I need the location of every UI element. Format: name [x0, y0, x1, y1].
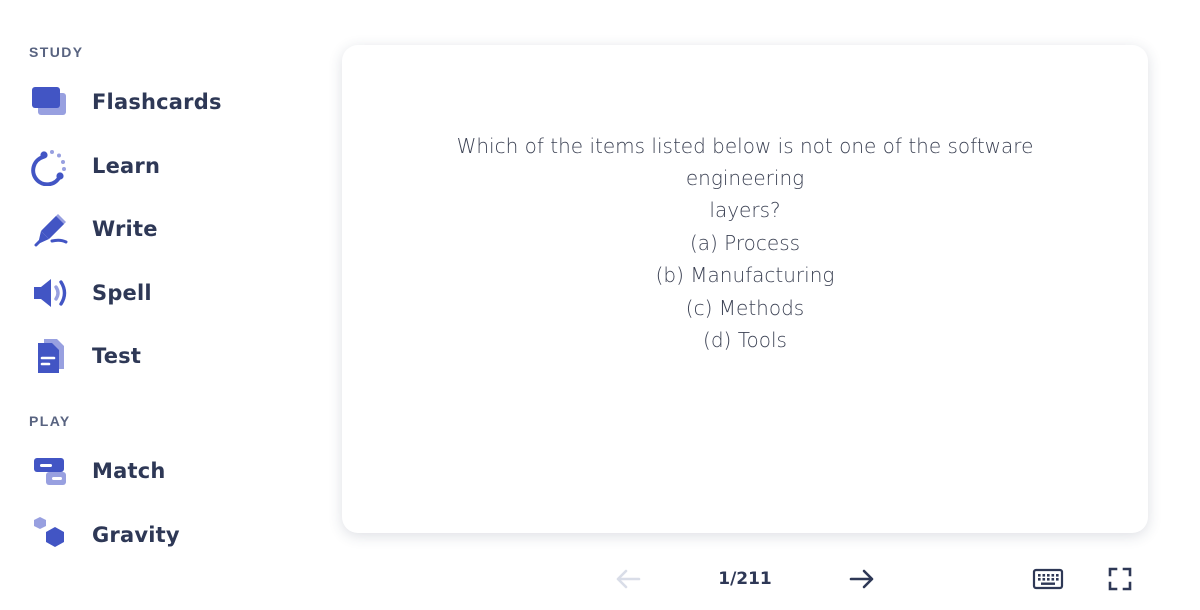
sidebar-item-write[interactable]: Write	[28, 207, 268, 251]
spell-icon	[28, 271, 72, 315]
gravity-icon	[28, 513, 72, 557]
sidebar-item-learn[interactable]: Learn	[28, 144, 268, 188]
arrow-left-icon	[616, 569, 641, 589]
write-icon	[28, 207, 72, 251]
sidebar-item-match[interactable]: Match	[28, 449, 268, 493]
card-controls: 1/211	[342, 555, 1148, 603]
learn-icon	[28, 144, 72, 188]
sidebar-item-label: Spell	[92, 281, 152, 305]
option-line: (b) Manufacturing	[655, 263, 835, 288]
flashcard[interactable]: Which of the items listed below is not o…	[342, 45, 1148, 533]
section-label-study: STUDY	[29, 44, 84, 60]
sidebar-item-label: Gravity	[92, 523, 180, 547]
sidebar: STUDY Flashcards Learn Write Spell Test …	[0, 0, 300, 610]
option-line: (d) Tools	[703, 328, 787, 353]
question-line: Which of the items listed below is not o…	[456, 133, 1034, 190]
sidebar-item-label: Flashcards	[92, 90, 222, 114]
next-card-button[interactable]	[844, 561, 880, 597]
sidebar-item-spell[interactable]: Spell	[28, 271, 268, 315]
card-counter: 1/211	[718, 569, 772, 589]
section-label-play: PLAY	[29, 413, 71, 429]
sidebar-item-gravity[interactable]: Gravity	[28, 513, 268, 557]
fullscreen-button[interactable]	[1102, 561, 1138, 597]
option-line: (c) Methods	[685, 295, 805, 320]
arrow-right-icon	[849, 569, 874, 589]
sidebar-item-label: Write	[92, 217, 158, 241]
option-line: (a) Process	[689, 230, 801, 255]
fullscreen-icon	[1108, 567, 1132, 591]
match-icon	[28, 449, 72, 493]
sidebar-item-label: Test	[92, 344, 142, 368]
previous-card-button[interactable]	[610, 561, 646, 597]
flashcard-question: Which of the items listed below is not o…	[405, 130, 1085, 357]
flashcards-icon	[28, 80, 72, 124]
test-icon	[28, 334, 72, 378]
sidebar-item-test[interactable]: Test	[28, 334, 268, 378]
sidebar-item-label: Learn	[92, 154, 161, 178]
keyboard-shortcuts-button[interactable]	[1030, 561, 1066, 597]
keyboard-icon	[1032, 568, 1064, 590]
sidebar-item-label: Match	[92, 459, 166, 483]
question-line: layers?	[709, 198, 781, 223]
sidebar-item-flashcards[interactable]: Flashcards	[28, 80, 268, 124]
